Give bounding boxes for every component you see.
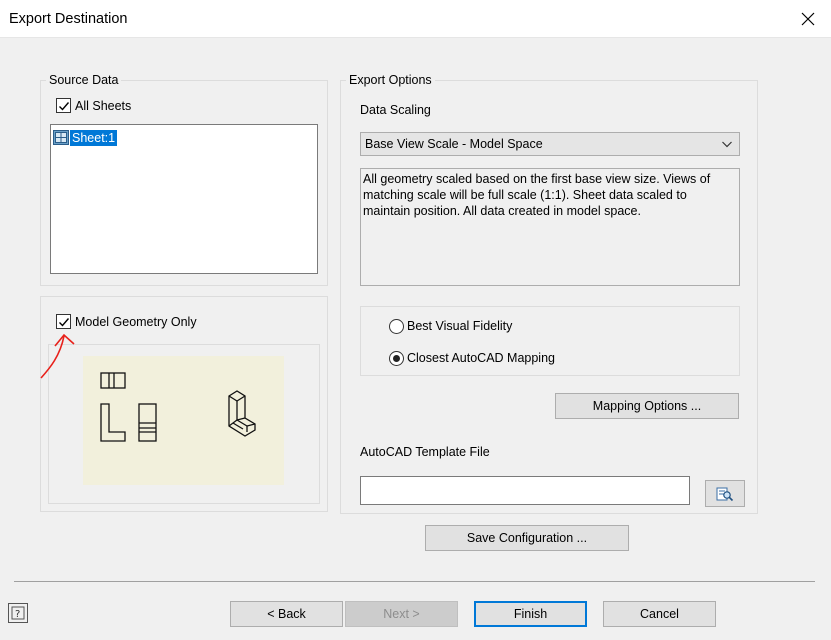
data-scaling-dropdown[interactable]: Base View Scale - Model Space <box>360 132 740 156</box>
sheets-listbox[interactable]: Sheet:1 <box>50 124 318 274</box>
all-sheets-checkbox[interactable] <box>56 98 71 113</box>
help-icon: ? <box>11 606 25 620</box>
chevron-down-icon <box>722 141 732 148</box>
all-sheets-label: All Sheets <box>75 99 132 113</box>
cancel-button[interactable]: Cancel <box>603 601 716 627</box>
data-scaling-value: Base View Scale - Model Space <box>365 137 543 151</box>
closest-autocad-mapping-radio[interactable] <box>389 351 404 366</box>
title-bar: Export Destination <box>0 0 831 38</box>
mapping-options-button[interactable]: Mapping Options ... <box>555 393 739 419</box>
checkmark-icon <box>58 101 69 111</box>
footer-separator <box>14 581 815 582</box>
help-button[interactable]: ? <box>8 603 28 623</box>
closest-autocad-mapping-label: Closest AutoCAD Mapping <box>407 351 555 365</box>
scaling-description: All geometry scaled based on the first b… <box>360 168 740 286</box>
svg-text:?: ? <box>15 609 20 620</box>
back-button[interactable]: < Back <box>230 601 343 627</box>
finish-button[interactable]: Finish <box>474 601 587 627</box>
mapping-mode-group <box>360 306 740 376</box>
export-options-label: Export Options <box>346 73 435 87</box>
close-button[interactable] <box>785 0 831 38</box>
best-visual-fidelity-label: Best Visual Fidelity <box>407 319 513 333</box>
list-item-sheet[interactable]: Sheet:1 <box>53 129 118 146</box>
checkmark-icon <box>58 317 69 327</box>
window-title: Export Destination <box>9 11 128 27</box>
model-geometry-label: Model Geometry Only <box>75 315 197 329</box>
geometry-preview <box>83 356 284 485</box>
sheet-label: Sheet:1 <box>70 129 118 146</box>
source-data-label: Source Data <box>46 73 122 87</box>
template-file-input[interactable] <box>360 476 690 505</box>
save-configuration-button[interactable]: Save Configuration ... <box>425 525 629 551</box>
template-file-label: AutoCAD Template File <box>360 445 490 459</box>
data-scaling-label: Data Scaling <box>360 103 431 117</box>
close-icon <box>801 12 815 26</box>
browse-template-button[interactable] <box>705 480 745 507</box>
best-visual-fidelity-radio[interactable] <box>389 319 404 334</box>
annotation-arrow-icon <box>40 333 75 379</box>
browse-folder-icon <box>716 487 734 501</box>
model-geometry-checkbox[interactable] <box>56 314 71 329</box>
drawing-views-icon <box>100 372 256 442</box>
next-button[interactable]: Next > <box>345 601 458 627</box>
sheet-icon <box>53 130 69 145</box>
